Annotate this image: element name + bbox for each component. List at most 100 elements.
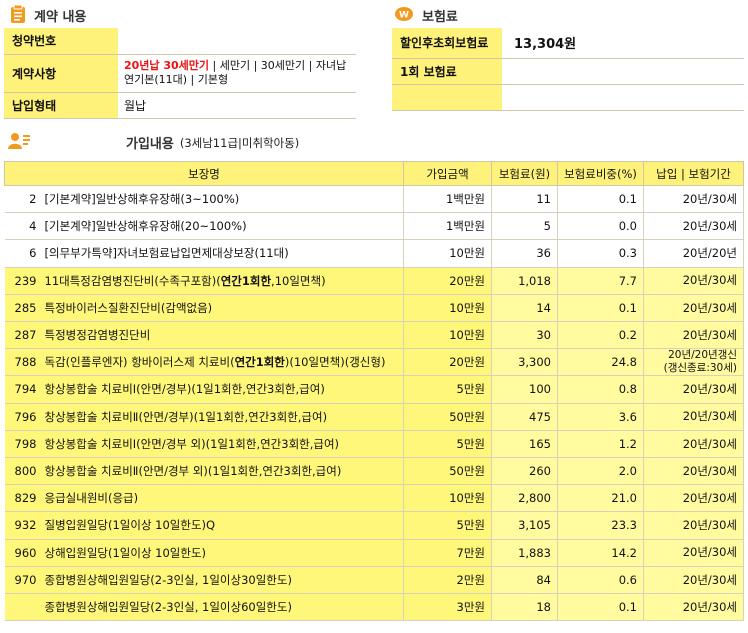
premium-value: 13,304원	[502, 28, 744, 59]
coverage-amount: 50만원	[403, 402, 492, 431]
person-list-icon	[8, 132, 30, 153]
coverage-row: 4 [기본계약]일반상해후유장해(20~100%) 1백만원 5 0.0 20년/30세	[4, 212, 744, 241]
coverage-premium: 84	[491, 565, 558, 594]
coverage-amount: 1백만원	[403, 184, 492, 214]
coverage-ratio: 0.1	[557, 293, 644, 322]
coverage-amount: 10만원	[403, 320, 492, 350]
premium-label: 할인후초회보험료	[392, 28, 502, 59]
coverage-period: 20년/20년	[643, 239, 744, 268]
coverage-premium: 100	[491, 375, 558, 404]
coverage-table: 보장명 가입금액 보험료(원) 보험료비중(%) 납입 | 보험기간 2 [기본계…	[4, 161, 744, 622]
coverage-code: 4	[4, 212, 41, 241]
coverage-amount: 10만원	[403, 484, 492, 513]
coverage-period: 20년/30세	[643, 266, 744, 295]
coverage-name: 종합병원상해입원일당(2-3인실, 1일이상30일한도)	[40, 565, 404, 594]
premium-label: 1회 보험료	[392, 58, 502, 85]
coverage-name: [기본계약]일반상해후유장해(3~100%)	[40, 184, 404, 214]
coverage-name: 상해입원일당(1일이상 10일한도)	[40, 538, 404, 567]
coverage-code: 932	[4, 511, 41, 540]
coverage-row: 798 항상봉합술 치료비Ⅰ(안면/경부 외)(1일1회한,연간3회한,급여) 5만…	[4, 429, 744, 458]
coverage-premium: 260	[491, 456, 558, 486]
coverage-period: 20년/30세	[643, 592, 744, 622]
coverage-title: 가입내용	[126, 137, 174, 152]
coverage-row: 932 질병입원일당(1일이상 10일한도)Q 5만원 3,105 23.3 20년/30…	[4, 511, 744, 540]
coverage-amount: 10만원	[403, 239, 492, 268]
coverage-code: 2	[4, 184, 41, 214]
coin-won-icon: W	[394, 6, 414, 25]
coverage-amount: 5만원	[403, 375, 492, 404]
contract-row: 청약번호	[4, 28, 356, 55]
coverage-name: 종합병원상해입원일당(2-3인실, 1일이상60일한도)	[40, 592, 404, 622]
coverage-amount: 10만원	[403, 293, 492, 322]
coverage-ratio: 3.6	[557, 402, 644, 431]
coverage-row: 2 [기본계약]일반상해후유장해(3~100%) 1백만원 11 0.1 20년/30세	[4, 184, 744, 214]
premium-row: 1회 보험료	[392, 58, 744, 85]
coverage-premium: 1,018	[491, 266, 558, 295]
coverage-period: 20년/30세	[643, 402, 744, 431]
contract-value: 월납	[118, 92, 356, 119]
coverage-period: 20년/30세	[643, 293, 744, 322]
coverage-name: 11대특정감염병진단비(수족구포함)(연간1회한,10일면책)	[40, 266, 404, 295]
coverage-period: 20년/30세	[643, 184, 744, 214]
coverage-premium: 30	[491, 320, 558, 350]
premium-row: 할인후초회보험료 13,304원	[392, 28, 744, 59]
col-header-period: 납입 | 보험기간	[643, 161, 744, 186]
coverage-amount: 20만원	[403, 266, 492, 295]
coverage-row: 794 항상봉합술 치료비Ⅰ(안면/경부)(1일1회한,연간3회한,급여) 5만원 1…	[4, 375, 744, 404]
coverage-code: 796	[4, 402, 41, 431]
coverage-name: 항상봉합술 치료비Ⅰ(안면/경부 외)(1일1회한,연간3회한,급여)	[40, 429, 404, 458]
coverage-ratio: 0.0	[557, 212, 644, 241]
coverage-premium: 475	[491, 402, 558, 431]
coverage-row: 800 항상봉합술 치료비Ⅱ(안면/경부 외)(1일1회한,연간3회한,급여) 50…	[4, 456, 744, 486]
contract-row: 계약사항 20년납 30세만기 | 세만기 | 30세만기 | 자녀납연기본(1…	[4, 54, 356, 93]
coverage-ratio: 2.0	[557, 456, 644, 486]
contract-value: 20년납 30세만기 | 세만기 | 30세만기 | 자녀납연기본(11대) |…	[118, 54, 356, 93]
coverage-period: 20년/30세	[643, 429, 744, 458]
coverage-name: 창상봉합술 치료비Ⅱ(안면/경부)(1일1회한,연간3회한,급여)	[40, 402, 404, 431]
coverage-name: 독감(인플루엔자) 항바이러스제 치료비(연간1회한)(10일면책)(갱신형)	[40, 348, 404, 377]
coverage-ratio: 1.2	[557, 429, 644, 458]
coverage-amount: 50만원	[403, 456, 492, 486]
coverage-row: 960 상해입원일당(1일이상 10일한도) 7만원 1,883 14.2 20년/30세	[4, 538, 744, 567]
coverage-period: 20년/30세	[643, 375, 744, 404]
coverage-premium: 11	[491, 184, 558, 214]
coverage-code: 798	[4, 429, 41, 458]
contract-section-header: 계약 내용	[10, 4, 86, 27]
premium-value	[502, 58, 744, 85]
coverage-ratio: 23.3	[557, 511, 644, 540]
coverage-ratio: 0.2	[557, 320, 644, 350]
coverage-amount: 5만원	[403, 429, 492, 458]
contract-label: 납입형태	[4, 92, 118, 119]
premium-section-title: 보험료	[422, 10, 458, 25]
coverage-ratio: 24.8	[557, 348, 644, 377]
premium-label-empty	[392, 84, 502, 111]
coverage-row: 796 창상봉합술 치료비Ⅱ(안면/경부)(1일1회한,연간3회한,급여) 50만원…	[4, 402, 744, 431]
coverage-amount: 7만원	[403, 538, 492, 567]
contract-value	[118, 28, 356, 55]
coverage-period: 20년/30세	[643, 212, 744, 241]
coverage-premium: 14	[491, 293, 558, 322]
coverage-premium: 36	[491, 239, 558, 268]
coverage-ratio: 0.6	[557, 565, 644, 594]
coverage-code: 794	[4, 375, 41, 404]
coverage-row: 287 특정병정감염병진단비 10만원 30 0.2 20년/30세	[4, 320, 744, 350]
coverage-name: [의무부가특약]자녀보험료납입면제대상보장(11대)	[40, 239, 404, 268]
coverage-code: 6	[4, 239, 41, 268]
coverage-premium: 3,300	[491, 348, 558, 377]
coverage-row: 6 [의무부가특약]자녀보험료납입면제대상보장(11대) 10만원 36 0.3 20년/…	[4, 239, 744, 268]
contract-label: 계약사항	[4, 54, 118, 93]
coverage-period: 20년/30세	[643, 320, 744, 350]
premium-row	[392, 84, 744, 111]
coverage-name: 항상봉합술 치료비Ⅰ(안면/경부)(1일1회한,연간3회한,급여)	[40, 375, 404, 404]
coverage-row: 239 11대특정감염병진단비(수족구포함)(연간1회한,10일면책) 20만원 1,…	[4, 266, 744, 295]
coverage-amount: 5만원	[403, 511, 492, 540]
contract-table: 청약번호 계약사항 20년납 30세만기 | 세만기 | 30세만기 | 자녀납…	[4, 28, 356, 119]
coverage-amount: 1백만원	[403, 212, 492, 241]
coverage-premium: 18	[491, 592, 558, 622]
coverage-name: 특정바이러스질환진단비(감액없음)	[40, 293, 404, 322]
contract-highlight-text: 20년납 30세만기	[124, 58, 210, 72]
coverage-ratio: 0.3	[557, 239, 644, 268]
coverage-header-row: 보장명 가입금액 보험료(원) 보험료비중(%) 납입 | 보험기간	[4, 161, 744, 186]
clipboard-icon	[10, 4, 26, 27]
premium-table: 할인후초회보험료 13,304원 1회 보험료	[392, 28, 744, 111]
